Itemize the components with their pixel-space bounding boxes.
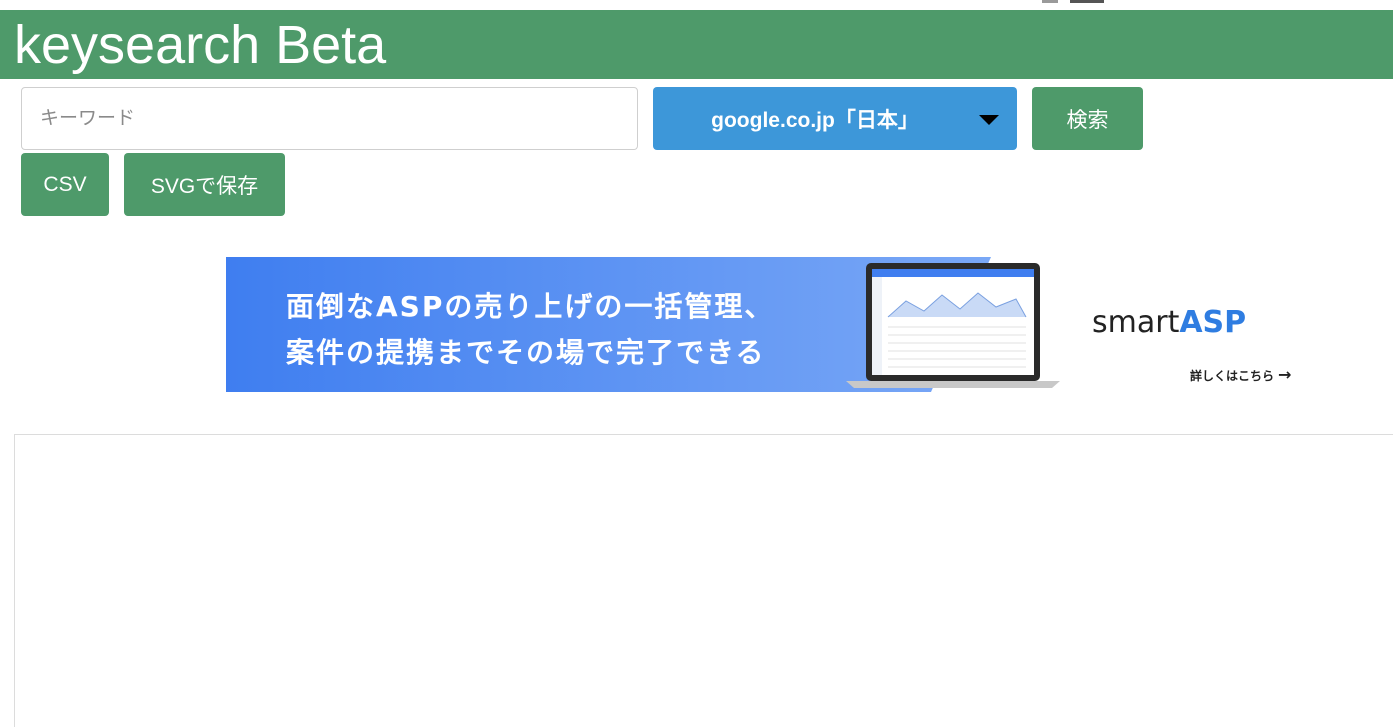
details-link[interactable]: 詳しくはこちら → [1190, 365, 1291, 384]
laptop-illustration [846, 263, 1060, 388]
app-header: keysearch Beta [0, 10, 1393, 79]
scroll-indicator-dark [1070, 0, 1104, 3]
brand-logo-part1: smart [1092, 305, 1180, 340]
csv-button[interactable]: CSV [21, 153, 109, 216]
caret-down-icon [979, 115, 999, 125]
search-button[interactable]: 検索 [1032, 87, 1143, 150]
keyword-input[interactable] [21, 87, 638, 150]
scroll-indicator [1042, 0, 1058, 3]
banner-headline-2: 案件の提携までその場で完了できる [286, 336, 766, 369]
app-title: keysearch Beta [14, 15, 387, 75]
domain-select-value: google.co.jp「日本」 [711, 108, 919, 132]
ad-banner[interactable]: 面倒なASPの売り上げの一括管理、 案件の提携までその場で完了できる smart… [226, 257, 1326, 392]
banner-headline-1: 面倒なASPの売り上げの一括管理、 [286, 290, 775, 323]
save-svg-button[interactable]: SVGで保存 [124, 153, 285, 216]
details-link-label: 詳しくはこちら [1190, 369, 1275, 383]
brand-logo: smartASP [1092, 305, 1246, 340]
result-chart-area [14, 434, 1393, 727]
brand-logo-part2: ASP [1179, 305, 1247, 340]
domain-select[interactable]: google.co.jp「日本」 [653, 87, 1017, 150]
arrow-right-icon: → [1278, 365, 1292, 384]
